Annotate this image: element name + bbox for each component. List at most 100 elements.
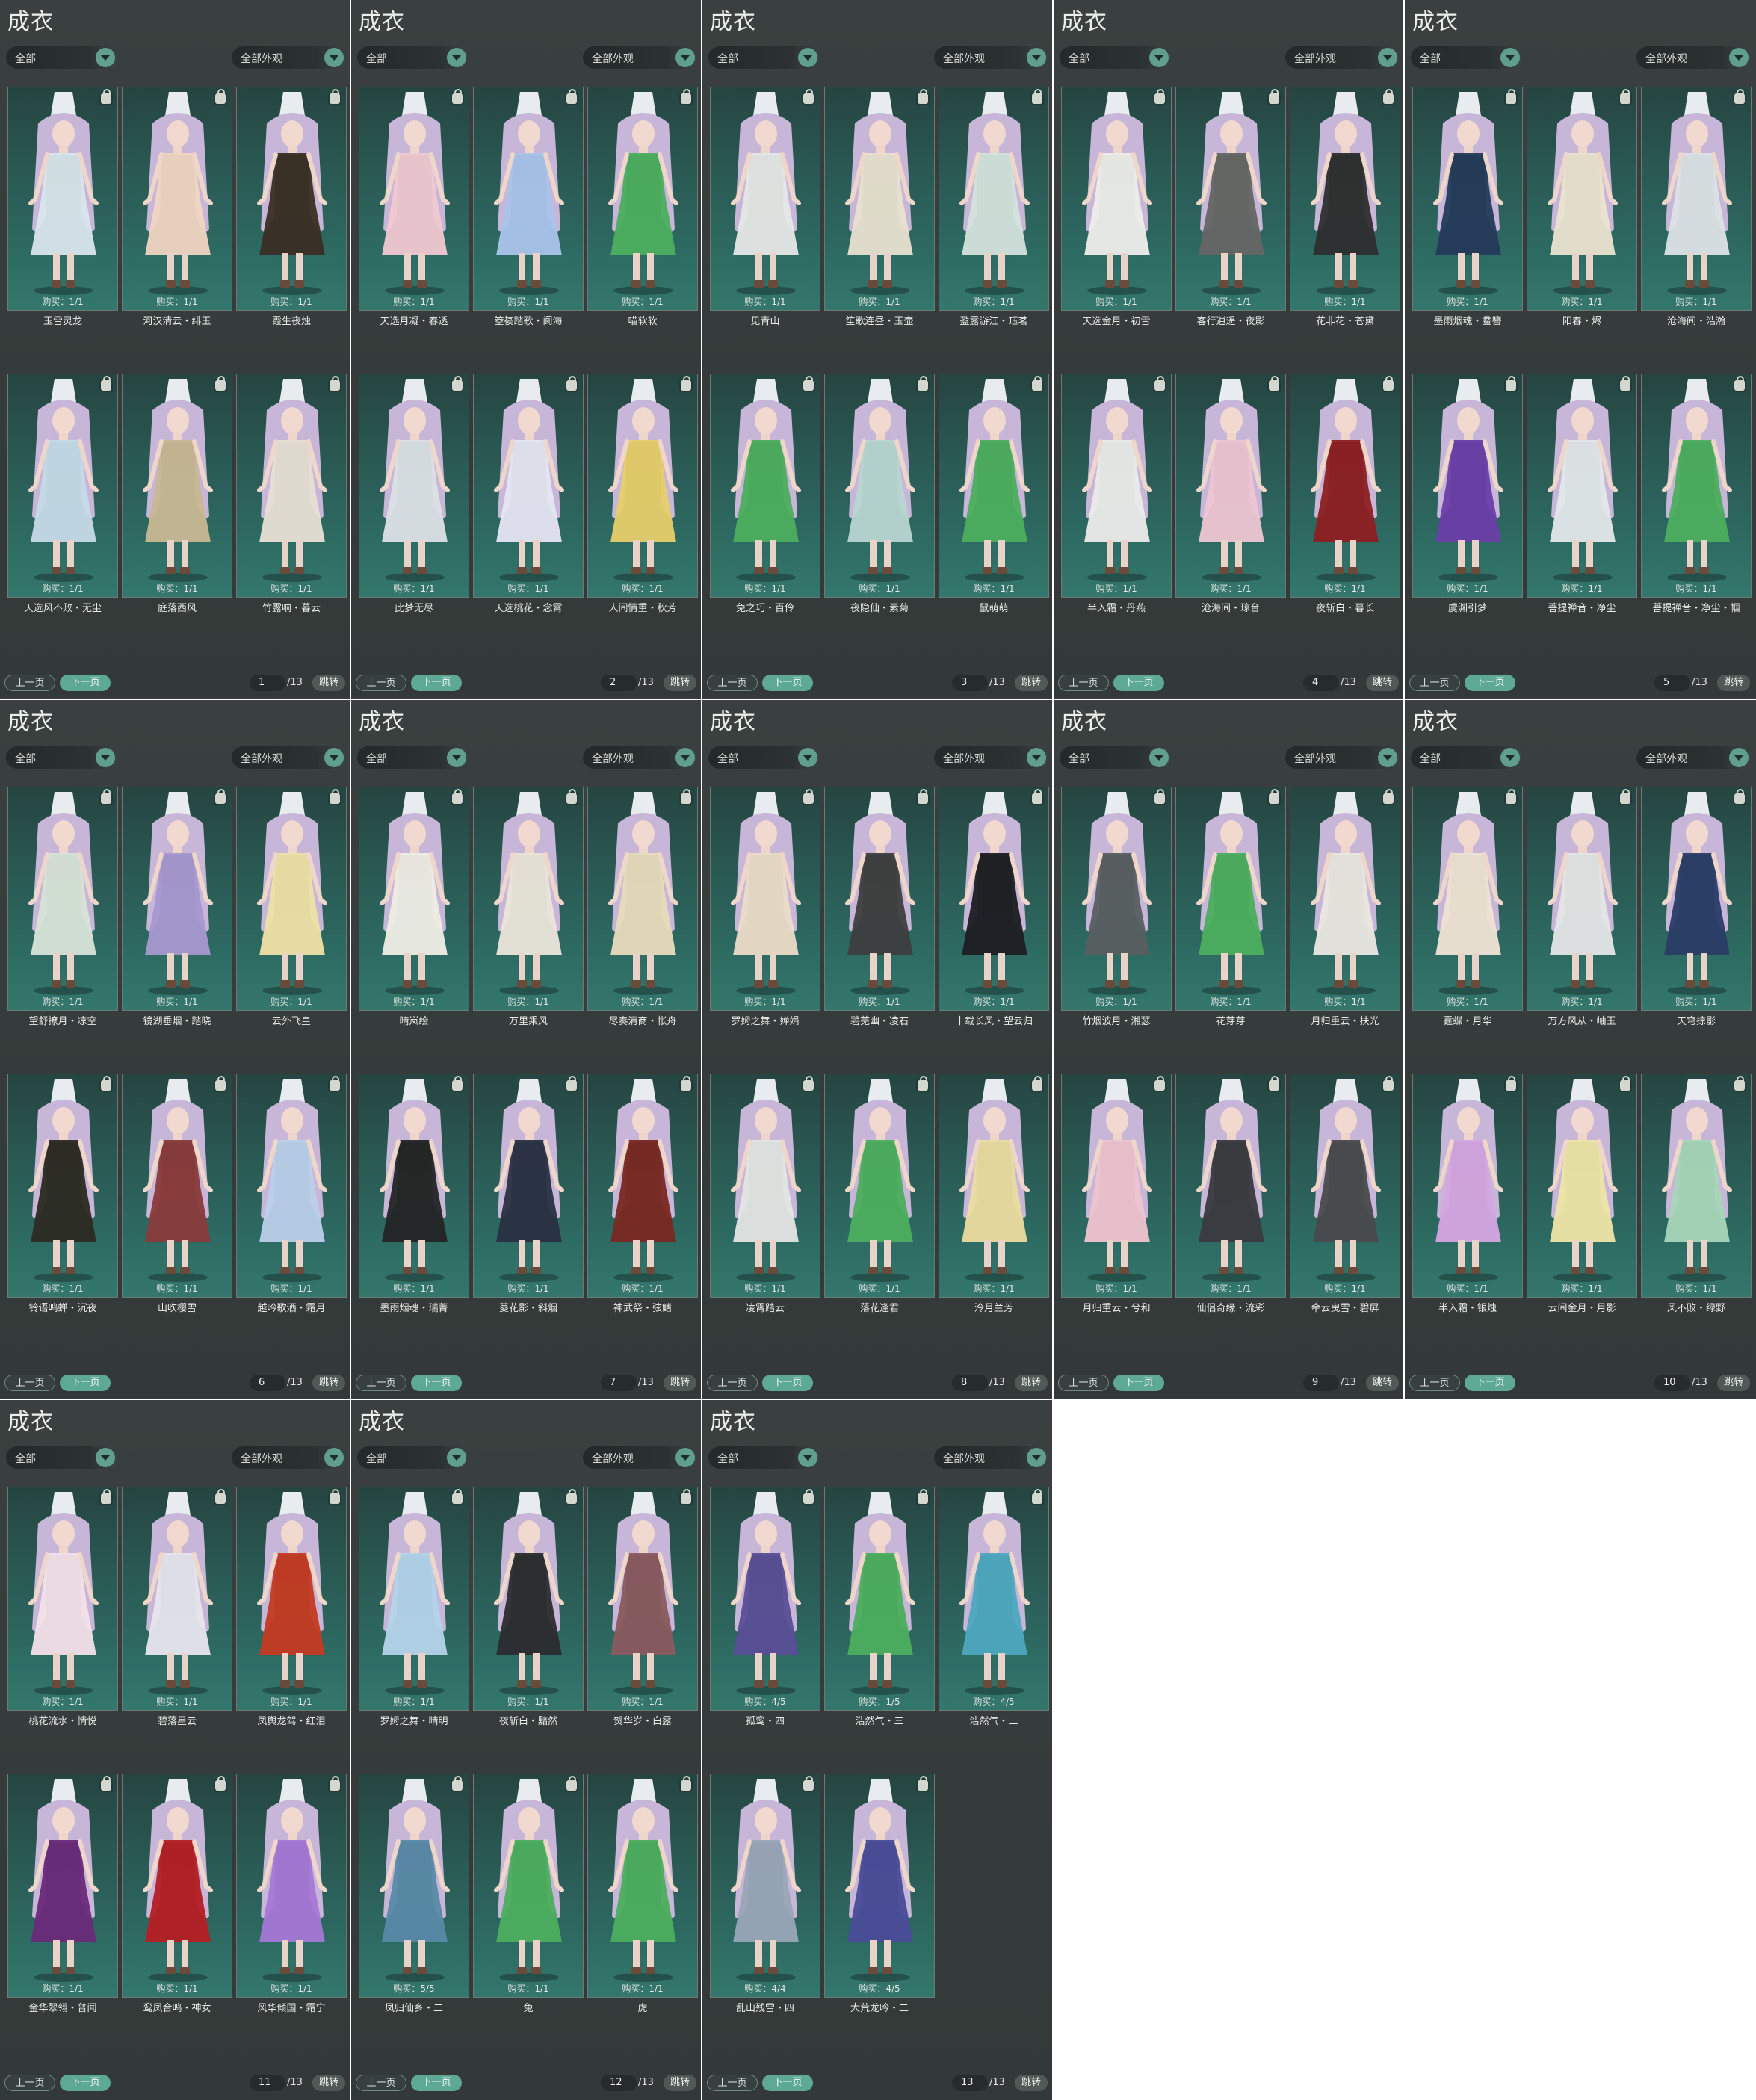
outfit-card[interactable]: 购买：1/1	[939, 87, 1049, 311]
chevron-down-icon[interactable]	[1500, 748, 1520, 767]
trash-icon[interactable]	[215, 376, 226, 391]
trash-icon[interactable]	[1734, 376, 1745, 391]
prev-page-button[interactable]: 上一页	[1058, 675, 1109, 691]
next-page-button[interactable]: 下一页	[411, 2075, 462, 2091]
category-filter-dropdown[interactable]: 全部	[1060, 746, 1170, 769]
trash-icon[interactable]	[215, 1489, 226, 1504]
page-number-input[interactable]: 4	[1303, 675, 1339, 691]
outfit-card[interactable]: 购买：1/1	[7, 374, 118, 598]
trash-icon[interactable]	[1620, 789, 1630, 804]
page-number-input[interactable]: 3	[952, 675, 988, 691]
category-filter-dropdown[interactable]: 全部	[708, 46, 819, 69]
next-page-button[interactable]: 下一页	[60, 2075, 111, 2091]
outfit-card[interactable]: 购买：1/1	[236, 787, 347, 1011]
outfit-card[interactable]: 购买：1/1	[824, 87, 935, 311]
jump-button[interactable]: 跳转	[312, 2075, 345, 2091]
trash-icon[interactable]	[566, 1076, 577, 1091]
outfit-card[interactable]: 购买：1/1	[7, 787, 118, 1011]
appearance-filter-dropdown[interactable]: 全部外观	[1285, 46, 1399, 69]
chevron-down-icon[interactable]	[1149, 748, 1169, 767]
outfit-card[interactable]: 购买：1/1	[122, 1487, 232, 1711]
chevron-down-icon[interactable]	[1378, 748, 1397, 767]
trash-icon[interactable]	[215, 789, 226, 804]
trash-icon[interactable]	[918, 789, 928, 804]
trash-icon[interactable]	[1620, 1076, 1630, 1091]
appearance-filter-dropdown[interactable]: 全部外观	[583, 746, 696, 769]
page-number-input[interactable]: 11	[250, 2075, 285, 2091]
outfit-card[interactable]: 购买：1/1	[1641, 787, 1752, 1011]
outfit-card[interactable]: 购买：1/1	[587, 374, 698, 598]
page-number-input[interactable]: 12	[601, 2075, 637, 2091]
trash-icon[interactable]	[215, 1076, 226, 1091]
jump-button[interactable]: 跳转	[1366, 675, 1399, 691]
outfit-card[interactable]: 购买：1/1	[1641, 87, 1752, 311]
next-page-button[interactable]: 下一页	[762, 1375, 813, 1391]
appearance-filter-dropdown[interactable]: 全部外观	[934, 746, 1048, 769]
prev-page-button[interactable]: 上一页	[356, 2075, 406, 2091]
trash-icon[interactable]	[803, 1076, 814, 1091]
trash-icon[interactable]	[918, 1776, 928, 1791]
trash-icon[interactable]	[1269, 89, 1279, 104]
category-filter-dropdown[interactable]: 全部	[1060, 46, 1170, 69]
category-filter-dropdown[interactable]: 全部	[1411, 46, 1521, 69]
outfit-card[interactable]: 购买：1/1	[7, 1487, 118, 1711]
outfit-card[interactable]: 购买：1/1	[359, 87, 469, 311]
trash-icon[interactable]	[1734, 1076, 1745, 1091]
chevron-down-icon[interactable]	[675, 748, 695, 767]
outfit-card[interactable]: 购买：1/1	[587, 1774, 698, 1998]
chevron-down-icon[interactable]	[675, 1448, 695, 1467]
trash-icon[interactable]	[101, 1776, 111, 1791]
appearance-filter-dropdown[interactable]: 全部外观	[583, 46, 696, 69]
trash-icon[interactable]	[918, 89, 928, 104]
trash-icon[interactable]	[1154, 376, 1165, 391]
appearance-filter-dropdown[interactable]: 全部外观	[232, 746, 345, 769]
trash-icon[interactable]	[1032, 1076, 1042, 1091]
next-page-button[interactable]: 下一页	[1113, 675, 1164, 691]
appearance-filter-dropdown[interactable]: 全部外观	[232, 1446, 345, 1469]
outfit-card[interactable]: 购买：1/1	[1061, 87, 1172, 311]
outfit-card[interactable]: 购买：1/5	[824, 1487, 935, 1711]
trash-icon[interactable]	[803, 1776, 814, 1791]
outfit-card[interactable]: 购买：1/1	[1290, 374, 1400, 598]
prev-page-button[interactable]: 上一页	[707, 675, 758, 691]
trash-icon[interactable]	[1032, 789, 1042, 804]
outfit-card[interactable]: 购买：1/1	[824, 787, 935, 1011]
trash-icon[interactable]	[803, 789, 814, 804]
jump-button[interactable]: 跳转	[1015, 2075, 1048, 2091]
chevron-down-icon[interactable]	[1378, 48, 1397, 67]
outfit-card[interactable]: 购买：1/1	[473, 87, 584, 311]
next-page-button[interactable]: 下一页	[762, 2075, 813, 2091]
outfit-card[interactable]: 购买：1/1	[122, 374, 232, 598]
outfit-card[interactable]: 购买：1/1	[122, 1074, 232, 1298]
outfit-card[interactable]: 购买：1/1	[122, 1774, 232, 1998]
outfit-card[interactable]: 购买：1/1	[7, 1074, 118, 1298]
trash-icon[interactable]	[1734, 89, 1745, 104]
trash-icon[interactable]	[1032, 376, 1042, 391]
trash-icon[interactable]	[330, 1076, 340, 1091]
outfit-card[interactable]: 购买：1/1	[1290, 87, 1400, 311]
outfit-card[interactable]: 购买：1/1	[824, 1074, 935, 1298]
chevron-down-icon[interactable]	[798, 1448, 817, 1467]
trash-icon[interactable]	[215, 89, 226, 104]
trash-icon[interactable]	[452, 1489, 463, 1504]
page-number-input[interactable]: 1	[250, 675, 285, 691]
next-page-button[interactable]: 下一页	[411, 675, 462, 691]
outfit-card[interactable]: 购买：1/1	[122, 787, 232, 1011]
outfit-card[interactable]: 购买：1/1	[1412, 787, 1523, 1011]
trash-icon[interactable]	[330, 789, 340, 804]
trash-icon[interactable]	[1154, 789, 1165, 804]
trash-icon[interactable]	[452, 89, 463, 104]
page-number-input[interactable]: 6	[250, 1375, 285, 1391]
trash-icon[interactable]	[1506, 1076, 1516, 1091]
outfit-card[interactable]: 购买：1/1	[1412, 374, 1523, 598]
trash-icon[interactable]	[566, 789, 577, 804]
outfit-card[interactable]: 购买：1/1	[1290, 1074, 1400, 1298]
outfit-card[interactable]: 购买：4/5	[710, 1487, 820, 1711]
category-filter-dropdown[interactable]: 全部	[357, 46, 468, 69]
trash-icon[interactable]	[452, 789, 463, 804]
outfit-card[interactable]: 购买：1/1	[587, 787, 698, 1011]
trash-icon[interactable]	[681, 1076, 691, 1091]
outfit-card[interactable]: 购买：1/1	[473, 1074, 584, 1298]
trash-icon[interactable]	[1383, 1076, 1394, 1091]
outfit-card[interactable]: 购买：1/1	[1175, 1074, 1286, 1298]
